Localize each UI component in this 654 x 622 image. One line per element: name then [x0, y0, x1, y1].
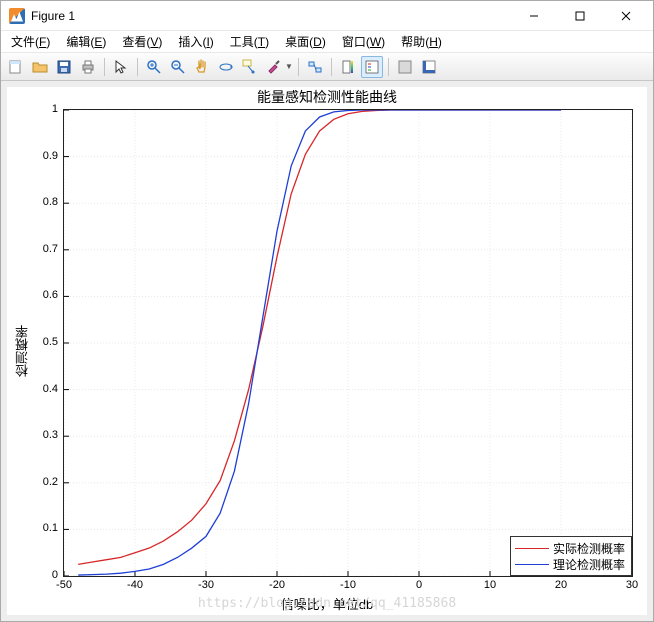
rotate3d-button[interactable]: [215, 56, 237, 78]
axes[interactable]: 实际检测概率 理论检测概率 -50-40-30-20-10010203000.1…: [63, 109, 633, 577]
menu-help[interactable]: 帮助(H): [393, 31, 450, 52]
y-axis-label: 检测概率: [13, 325, 32, 377]
y-tick-label: 0: [28, 569, 58, 581]
y-tick-label: 0.9: [28, 150, 58, 162]
colorbar-button[interactable]: [337, 56, 359, 78]
legend-button[interactable]: [361, 56, 383, 78]
menubar: 文件(F) 编辑(E) 查看(V) 插入(I) 工具(T) 桌面(D) 窗口(W…: [1, 31, 653, 53]
save-button[interactable]: [53, 56, 75, 78]
datacursor-button[interactable]: [239, 56, 261, 78]
menu-desktop[interactable]: 桌面(D): [277, 31, 334, 52]
x-tick-label: 20: [551, 579, 571, 591]
legend-label-1: 理论检测概率: [553, 556, 625, 573]
plot-panel: 能量感知检测性能曲线 检测概率 信噪比，单位db 实际检测概率 理论检测概率 -…: [7, 87, 647, 615]
zoom-in-button[interactable]: [143, 56, 165, 78]
x-tick-label: -40: [125, 579, 145, 591]
x-tick-label: -30: [196, 579, 216, 591]
menu-file[interactable]: 文件(F): [3, 31, 58, 52]
y-tick-label: 0.4: [28, 383, 58, 395]
legend-item-0[interactable]: 实际检测概率: [515, 540, 625, 556]
figure-window: Figure 1 文件(F) 编辑(E) 查看(V) 插入(I) 工具(T) 桌…: [0, 0, 654, 622]
matlab-figure-icon: [9, 8, 25, 24]
y-tick-label: 0.6: [28, 289, 58, 301]
legend-line-0: [515, 548, 549, 549]
brush-button[interactable]: [263, 56, 285, 78]
y-tick-label: 0.2: [28, 476, 58, 488]
y-tick-label: 0.5: [28, 336, 58, 348]
y-tick-label: 0.3: [28, 429, 58, 441]
x-tick-label: 0: [409, 579, 429, 591]
pointer-button[interactable]: [110, 56, 132, 78]
legend-label-0: 实际检测概率: [553, 540, 625, 557]
brush-dropdown-icon[interactable]: ▼: [285, 62, 293, 71]
menu-insert[interactable]: 插入(I): [170, 31, 221, 52]
minimize-button[interactable]: [511, 1, 557, 31]
pan-button[interactable]: [191, 56, 213, 78]
x-tick-label: -20: [267, 579, 287, 591]
maximize-button[interactable]: [557, 1, 603, 31]
y-tick-label: 1: [28, 103, 58, 115]
figure-body: 能量感知检测性能曲线 检测概率 信噪比，单位db 实际检测概率 理论检测概率 -…: [1, 81, 653, 621]
close-button[interactable]: [603, 1, 649, 31]
link-button[interactable]: [304, 56, 326, 78]
hide-plot-tools-button[interactable]: [394, 56, 416, 78]
zoom-out-button[interactable]: [167, 56, 189, 78]
x-tick-label: 30: [622, 579, 642, 591]
open-button[interactable]: [29, 56, 51, 78]
x-axis-label: 信噪比，单位db: [281, 594, 373, 613]
titlebar: Figure 1: [1, 1, 653, 31]
print-button[interactable]: [77, 56, 99, 78]
menu-window[interactable]: 窗口(W): [334, 31, 393, 52]
menu-edit[interactable]: 编辑(E): [58, 31, 114, 52]
y-tick-label: 0.7: [28, 243, 58, 255]
window-title: Figure 1: [31, 9, 75, 23]
show-plot-tools-button[interactable]: [418, 56, 440, 78]
menu-view[interactable]: 查看(V): [114, 31, 170, 52]
legend-line-1: [515, 564, 549, 565]
legend-item-1[interactable]: 理论检测概率: [515, 556, 625, 572]
y-tick-label: 0.8: [28, 196, 58, 208]
plot-canvas: [64, 110, 632, 576]
y-tick-label: 0.1: [28, 522, 58, 534]
legend[interactable]: 实际检测概率 理论检测概率: [510, 536, 632, 576]
menu-tools[interactable]: 工具(T): [222, 31, 277, 52]
toolbar: ▼: [1, 53, 653, 81]
x-tick-label: 10: [480, 579, 500, 591]
chart-title: 能量感知检测性能曲线: [257, 87, 397, 107]
x-tick-label: -10: [338, 579, 358, 591]
new-figure-button[interactable]: [5, 56, 27, 78]
